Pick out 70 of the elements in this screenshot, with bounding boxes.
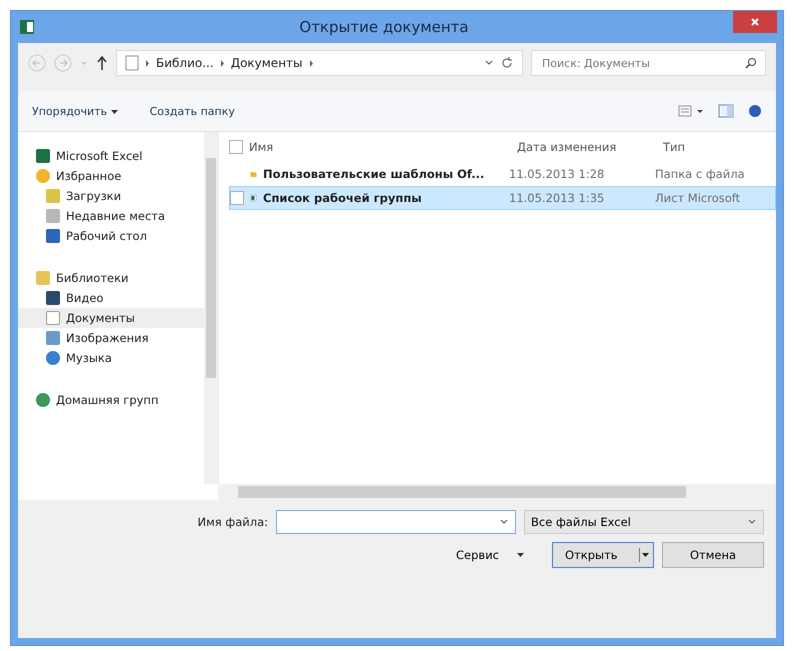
caret-icon <box>110 110 118 114</box>
chevron-right-icon <box>145 60 150 66</box>
search-input[interactable]: Поиск: Документы <box>540 56 745 70</box>
search-icon <box>745 57 757 69</box>
sidebar-label: Домашняя групп <box>56 393 158 407</box>
chevron-right-icon <box>220 60 225 66</box>
sidebar-item[interactable]: Музыка <box>18 348 204 368</box>
sidebar-item[interactable]: Изображения <box>18 328 204 348</box>
file-name: Пользовательские шаблоны Of... <box>263 167 486 181</box>
sidebar-item[interactable]: Документы <box>18 308 204 328</box>
refresh-icon[interactable] <box>500 56 514 70</box>
sidebar-label: Избранное <box>56 169 122 183</box>
forward-icon[interactable] <box>54 54 72 72</box>
up-arrow-icon[interactable] <box>96 55 108 71</box>
file-row[interactable]: Пользовательские шаблоны Of... 11.05.2013 1:28 Папка с файла <box>229 162 776 186</box>
breadcrumb[interactable]: Библио... <box>156 56 214 70</box>
filename-label: Имя файла: <box>198 515 268 529</box>
search-field[interactable]: Поиск: Документы <box>531 50 766 76</box>
sidebar-item[interactable]: Избранное <box>18 166 204 186</box>
checkbox[interactable] <box>230 191 244 205</box>
vertical-scrollbar[interactable] <box>204 132 218 484</box>
column-header[interactable]: Имя <box>249 140 511 154</box>
checkbox[interactable] <box>229 140 243 154</box>
close-button[interactable] <box>733 11 777 33</box>
chevron-down-icon[interactable] <box>499 518 509 526</box>
sidebar-label: Microsoft Excel <box>56 149 142 163</box>
type-cell-text: Лист Microsoft <box>655 191 742 205</box>
sidebar-item[interactable]: Библиотеки <box>18 268 204 288</box>
cancel-button[interactable]: Отмена <box>662 542 764 568</box>
sidebar-item[interactable]: Домашняя групп <box>18 390 204 410</box>
caret-icon <box>639 548 649 562</box>
window-title: Открытие документа <box>298 18 470 36</box>
file-name: Список рабочей группы <box>263 191 423 205</box>
chevron-down-icon <box>747 518 757 526</box>
column-header[interactable]: Дата изменения <box>517 140 657 154</box>
column-header[interactable]: Тип <box>663 140 776 154</box>
open-button[interactable]: Открыть <box>552 542 654 568</box>
new-folder-button[interactable]: Создать папку <box>150 104 235 118</box>
filename-field[interactable] <box>276 510 516 534</box>
file-type-dropdown[interactable]: Все файлы Excel <box>524 510 764 534</box>
caret-icon <box>517 552 524 558</box>
type-cell-text: Папка с файла <box>655 167 746 181</box>
sidebar-label: Библиотеки <box>56 271 129 285</box>
sidebar-label: Рабочий стол <box>66 229 147 243</box>
sidebar-label: Музыка <box>66 351 112 365</box>
date-cell-text: 11.05.2013 1:28 <box>509 167 606 181</box>
sidebar-item[interactable]: Недавние места <box>18 206 204 226</box>
organize-menu[interactable]: Упорядочить <box>32 104 118 118</box>
file-row[interactable]: Список рабочей группы 11.05.2013 1:35 Лист Microsoft <box>229 186 776 210</box>
back-icon[interactable] <box>28 54 46 72</box>
document-icon <box>125 55 139 71</box>
sidebar-label: Документы <box>66 311 135 325</box>
horizontal-scrollbar[interactable] <box>218 484 776 500</box>
close-icon <box>750 17 760 27</box>
view-options-icon[interactable] <box>678 104 704 118</box>
chevron-down-icon[interactable] <box>484 59 494 67</box>
breadcrumb[interactable]: Документы <box>230 56 302 70</box>
sidebar-item[interactable]: Видео <box>18 288 204 308</box>
sidebar-item[interactable]: Рабочий стол <box>18 226 204 246</box>
sidebar-label: Видео <box>66 291 104 305</box>
sidebar-label: Недавние места <box>66 209 166 223</box>
date-cell-text: 11.05.2013 1:35 <box>509 191 606 205</box>
preview-pane-icon[interactable] <box>718 104 734 118</box>
chevron-right-icon[interactable] <box>308 60 314 66</box>
address-bar[interactable]: Библио... Документы <box>116 50 523 76</box>
sidebar-label: Изображения <box>66 331 149 345</box>
tools-menu[interactable]: Сервис <box>450 547 530 563</box>
sidebar-label: Загрузки <box>66 189 122 203</box>
sidebar-item[interactable]: Загрузки <box>18 186 204 206</box>
sidebar-item[interactable]: Microsoft Excel <box>18 146 204 166</box>
